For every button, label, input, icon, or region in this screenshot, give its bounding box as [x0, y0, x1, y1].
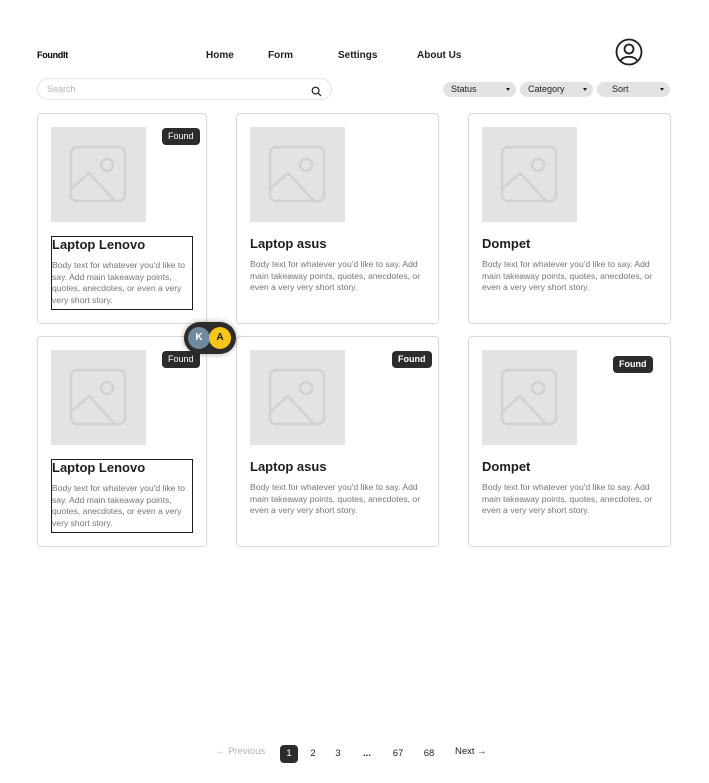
- page-2[interactable]: 2: [304, 745, 322, 763]
- status-badge: Found: [392, 351, 432, 368]
- pagination-next[interactable]: Next →: [455, 746, 487, 757]
- nav-form[interactable]: Form: [268, 50, 293, 61]
- page-68[interactable]: 68: [420, 745, 438, 763]
- page-67[interactable]: 67: [389, 745, 407, 763]
- image-placeholder-icon: [51, 127, 146, 222]
- nav-home[interactable]: Home: [206, 50, 234, 61]
- item-card[interactable]: Found Laptop Lenovo Body text for whatev…: [37, 336, 207, 547]
- card-title: Laptop Lenovo: [52, 460, 146, 475]
- chevron-down-icon: [506, 88, 510, 91]
- status-badge: Found: [162, 351, 200, 368]
- selection-outline: Laptop Lenovo Body text for whatever you…: [51, 236, 193, 310]
- card-body: Body text for whatever you'd like to say…: [482, 259, 653, 293]
- pagination-previous[interactable]: ← Previous: [216, 746, 265, 757]
- card-body: Body text for whatever you'd like to say…: [250, 259, 421, 293]
- app-logo[interactable]: FoundIt: [37, 50, 68, 60]
- image-placeholder-icon: [482, 350, 577, 445]
- item-card[interactable]: Found Laptop Lenovo Body text for whatev…: [37, 113, 207, 324]
- card-title: Dompet: [482, 236, 531, 251]
- chevron-down-icon: [660, 88, 664, 91]
- image-placeholder-icon: [482, 127, 577, 222]
- card-title: Dompet: [482, 459, 531, 474]
- card-title: Laptop asus: [250, 459, 327, 474]
- card-title: Laptop Lenovo: [52, 237, 146, 252]
- status-badge: Found: [162, 128, 200, 145]
- item-card[interactable]: Found Laptop asus Body text for whatever…: [236, 336, 439, 547]
- search-icon[interactable]: [311, 84, 322, 97]
- card-body: Body text for whatever you'd like to say…: [52, 260, 186, 305]
- card-title: Laptop asus: [250, 236, 327, 251]
- presence-indicator[interactable]: K A: [184, 322, 236, 354]
- item-card[interactable]: Found Dompet Body text for whatever you'…: [468, 336, 671, 547]
- page-1[interactable]: 1: [280, 745, 298, 763]
- image-placeholder-icon: [51, 350, 146, 445]
- collaborator-avatar[interactable]: A: [209, 327, 231, 349]
- search-bar: [37, 78, 332, 100]
- category-dropdown-label: Category: [528, 84, 565, 94]
- status-dropdown-label: Status: [451, 84, 477, 94]
- item-card[interactable]: Laptop asus Body text for whatever you'd…: [236, 113, 439, 324]
- page-ellipsis: ...: [363, 748, 371, 759]
- item-card[interactable]: Dompet Body text for whatever you'd like…: [468, 113, 671, 324]
- card-body: Body text for whatever you'd like to say…: [482, 482, 653, 516]
- category-dropdown[interactable]: Category: [520, 82, 593, 97]
- search-input[interactable]: [47, 82, 297, 96]
- image-placeholder-icon: [250, 350, 345, 445]
- page-3[interactable]: 3: [329, 745, 347, 763]
- user-circle-icon[interactable]: [615, 38, 643, 66]
- image-placeholder-icon: [250, 127, 345, 222]
- status-badge: Found: [613, 356, 653, 373]
- card-body: Body text for whatever you'd like to say…: [250, 482, 421, 516]
- nav-about-us[interactable]: About Us: [417, 50, 461, 61]
- collaborator-avatar[interactable]: K: [188, 327, 210, 349]
- sort-dropdown-label: Sort: [612, 84, 629, 94]
- selection-outline: Laptop Lenovo Body text for whatever you…: [51, 459, 193, 533]
- card-body: Body text for whatever you'd like to say…: [52, 483, 186, 528]
- chevron-down-icon: [583, 88, 587, 91]
- sort-dropdown[interactable]: Sort: [597, 82, 670, 97]
- nav-settings[interactable]: Settings: [338, 50, 377, 61]
- status-dropdown[interactable]: Status: [443, 82, 516, 97]
